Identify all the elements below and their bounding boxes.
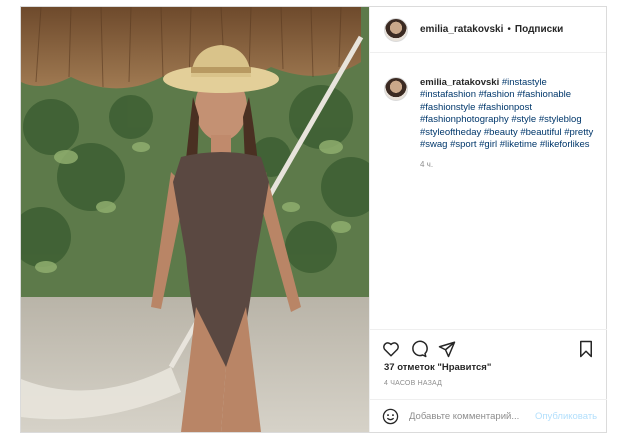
comment-bar: Опубликовать (370, 399, 607, 432)
post-timestamp: 4 ЧАСОВ НАЗАД (384, 380, 443, 387)
heart-icon[interactable] (382, 340, 400, 363)
comment-icon[interactable] (410, 340, 428, 363)
photo-image (21, 7, 369, 432)
caption-time: 4 ч. (420, 160, 434, 170)
share-icon[interactable] (438, 340, 456, 363)
avatar[interactable] (384, 17, 408, 42)
post-photo[interactable] (21, 7, 369, 432)
emoji-icon[interactable] (382, 408, 399, 425)
action-bar (370, 329, 607, 365)
author-username[interactable]: emilia_ratakovski (420, 24, 503, 35)
post-header: emilia_ratakovski • Подписки (370, 7, 606, 53)
post-caption: emilia_ratakovski #instastyle #instafash… (384, 77, 594, 172)
caption-username[interactable]: emilia_ratakovski (420, 77, 499, 88)
post-sidebar: emilia_ratakovski • Подписки emilia_rata… (369, 7, 607, 432)
caption-body: emilia_ratakovski #instastyle #instafash… (420, 77, 594, 172)
publish-button[interactable]: Опубликовать (535, 411, 597, 422)
likes-count[interactable]: 37 отметок "Нравится" (384, 362, 491, 373)
caption-avatar[interactable] (384, 77, 408, 101)
bookmark-icon[interactable] (577, 340, 595, 363)
comment-input[interactable] (409, 410, 531, 422)
separator-dot: • (507, 24, 511, 35)
instagram-post: emilia_ratakovski • Подписки emilia_rata… (20, 6, 607, 433)
follow-button[interactable]: Подписки (515, 24, 563, 35)
